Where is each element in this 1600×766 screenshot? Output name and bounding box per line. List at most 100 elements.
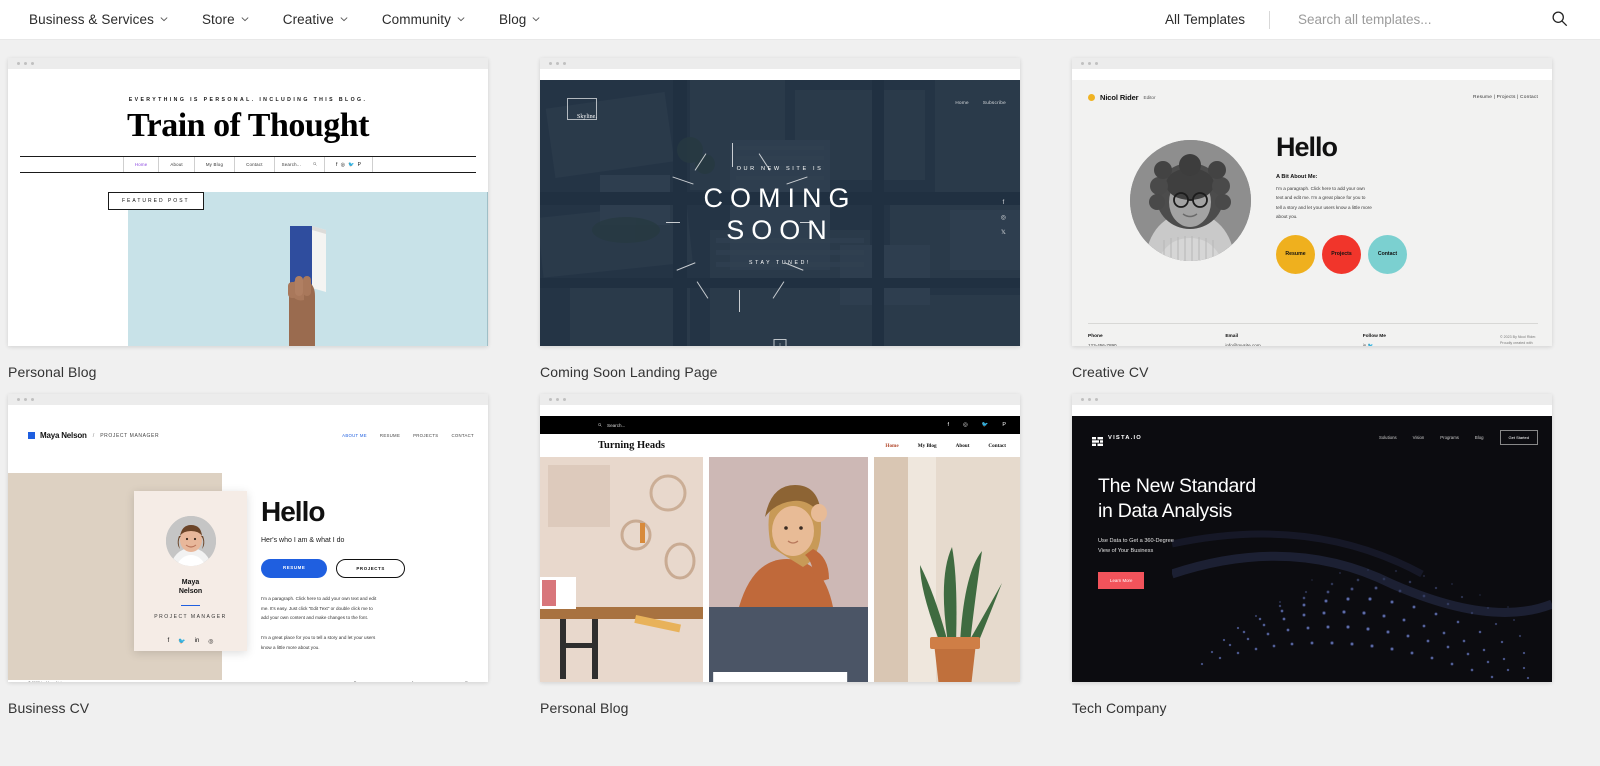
preview-logo-text: VISTA.IO <box>1108 434 1142 441</box>
template-card-tech-company[interactable]: VISTA.IO Solutions Vision Programs Blog … <box>1072 394 1552 716</box>
nav-item-community[interactable]: Community <box>365 12 482 27</box>
template-card-label: Coming Soon Landing Page <box>540 364 718 380</box>
twitter-icon[interactable]: 🐦 <box>348 162 354 168</box>
preview-nav-contact[interactable]: CONTACT <box>451 433 474 438</box>
preview-nav-resume[interactable]: RESUME <box>380 433 400 438</box>
template-thumbnail[interactable]: Nicol Rider Editor Resume | Projects | C… <box>1072 58 1552 346</box>
preview-header: Nicol Rider Editor Resume | Projects | C… <box>1072 80 1552 102</box>
nav-item-label: Blog <box>498 12 527 27</box>
linkedin-icon[interactable]: in <box>1363 343 1367 346</box>
preview-hero-text: Hello A Bit About Me: I'm a paragraph. C… <box>1276 128 1407 274</box>
twitter-icon[interactable]: 🐦 <box>178 638 185 645</box>
preview-nav-home[interactable]: Home <box>122 157 159 172</box>
preview-nav-about[interactable]: About <box>158 157 193 172</box>
preview-nav-links: Home Subscribe <box>955 100 1006 105</box>
twitter-icon[interactable]: 🐦 <box>1368 343 1374 346</box>
preview-paragraph-2: I'm a great place for you to tell a stor… <box>261 634 376 650</box>
template-card-coming-soon-landing-page[interactable]: Skyline. Home Subscribe OUR NEW SITE IS … <box>540 58 1020 380</box>
preview-search-field[interactable]: Search... <box>598 423 625 428</box>
template-card-business-cv[interactable]: Maya Nelson / PROJECT MANAGER ABOUT ME R… <box>8 394 488 716</box>
all-templates-link[interactable]: All Templates <box>1141 12 1269 27</box>
facebook-icon[interactable]: f <box>336 162 338 168</box>
template-card-personal-blog[interactable]: EVERYTHING IS PERSONAL. INCLUDING THIS B… <box>8 58 488 380</box>
preview-nav-contact[interactable]: Contact <box>988 443 1006 449</box>
preview-nav-solutions[interactable]: Solutions <box>1379 435 1397 440</box>
browser-chrome-bar <box>1072 58 1552 69</box>
scroll-down-button[interactable]: ↓ <box>773 339 787 346</box>
footer-label: Follow <box>459 681 475 682</box>
nav-item-store[interactable]: Store <box>185 12 266 27</box>
preview-site-train-of-thought: EVERYTHING IS PERSONAL. INCLUDING THIS B… <box>8 80 488 346</box>
circle-button-projects[interactable]: Projects <box>1322 234 1361 274</box>
brand-separator: / <box>92 432 95 439</box>
twitter-icon[interactable]: 🐦 <box>982 422 989 428</box>
footer-column-email: Email info@mysite.com <box>1225 334 1362 346</box>
preview-nav-my-blog[interactable]: My Blog <box>193 157 234 172</box>
preview-nav-vision[interactable]: Vision <box>1413 435 1425 440</box>
preview-site-business-cv: Maya Nelson / PROJECT MANAGER ABOUT ME R… <box>8 416 488 682</box>
circle-button-resume[interactable]: Resume <box>1276 234 1315 274</box>
preview-nav-about[interactable]: About <box>956 443 970 449</box>
template-thumbnail[interactable]: Maya Nelson / PROJECT MANAGER ABOUT ME R… <box>8 394 488 682</box>
pinterest-icon[interactable]: P <box>1002 422 1006 428</box>
preview-hero-text: Hello Her's who I am & what I do RESUME … <box>261 496 476 652</box>
chrome-dot <box>556 62 559 65</box>
nav-item-blog[interactable]: Blog <box>482 12 557 27</box>
chevron-down-icon <box>241 15 249 23</box>
preview-nav-contact[interactable]: Contact <box>234 157 274 172</box>
footer-column-phone: Phone 123-456-7890 <box>1088 334 1225 346</box>
preview-get-started-button[interactable]: Get Started <box>1499 430 1538 445</box>
preview-nav-home[interactable]: Home <box>885 443 898 449</box>
template-thumbnail[interactable]: EVERYTHING IS PERSONAL. INCLUDING THIS B… <box>8 58 488 346</box>
facebook-icon[interactable]: f <box>167 638 169 645</box>
template-thumbnail[interactable]: VISTA.IO Solutions Vision Programs Blog … <box>1072 394 1552 682</box>
facebook-icon[interactable]: f <box>947 422 949 428</box>
search-input[interactable] <box>1298 12 1551 27</box>
preview-nav-programs[interactable]: Programs <box>1440 435 1459 440</box>
preview-image-columns: My Life. My Blog. <box>540 457 1020 682</box>
nav-item-business-services[interactable]: Business & Services <box>12 12 185 27</box>
preview-learn-more-button[interactable]: Learn More <box>1098 572 1145 590</box>
preview-nav-projects[interactable]: PROJECTS <box>413 433 438 438</box>
instagram-icon[interactable]: ◎ <box>208 638 213 645</box>
preview-header: Turning Heads Home My Blog About Contact <box>540 434 1020 457</box>
featured-post-image <box>128 192 488 346</box>
pinterest-icon[interactable]: P <box>358 162 362 168</box>
instagram-icon[interactable]: ◎ <box>341 162 346 168</box>
preview-nav-about-me[interactable]: ABOUT ME <box>342 433 367 438</box>
preview-nav-subscribe[interactable]: Subscribe <box>983 100 1006 105</box>
search-button[interactable] <box>1551 10 1582 30</box>
circle-button-contact[interactable]: Contact <box>1368 234 1407 274</box>
preview-subtitle: Her's who I am & what I do <box>261 537 345 544</box>
button-resume[interactable]: RESUME <box>261 559 328 578</box>
nav-item-creative[interactable]: Creative <box>266 12 365 27</box>
footer-column-write: Write info@mysite.com <box>396 681 427 682</box>
subtext-line-1: Use Data to Get a 360-Degree <box>1098 538 1174 545</box>
template-card-creative-cv[interactable]: Nicol Rider Editor Resume | Projects | C… <box>1072 58 1552 380</box>
template-thumbnail[interactable]: Search... f ◎ 🐦 P Turning Heads Home My … <box>540 394 1020 682</box>
preview-nav-links[interactable]: Resume | Projects | Contact <box>1473 95 1538 100</box>
chrome-dot <box>1088 62 1091 65</box>
preview-nav-bar: Home About My Blog Contact Search... f ◎… <box>20 156 476 173</box>
preview-header: Maya Nelson / PROJECT MANAGER ABOUT ME R… <box>8 416 488 440</box>
preview-headline: Hello <box>1276 132 1338 162</box>
preview-search-placeholder: Search... <box>607 422 626 428</box>
preview-site-turning-heads: Search... f ◎ 🐦 P Turning Heads Home My … <box>540 416 1020 682</box>
preview-profile-card: Maya Nelson PROJECT MANAGER f 🐦 in ◎ <box>134 491 247 651</box>
button-projects[interactable]: PROJECTS <box>336 559 405 578</box>
preview-nav-home[interactable]: Home <box>955 100 968 105</box>
preview-search-field[interactable]: Search... <box>273 157 324 172</box>
preview-nav-blog[interactable]: Blog <box>1475 435 1484 440</box>
template-thumbnail[interactable]: Skyline. Home Subscribe OUR NEW SITE IS … <box>540 58 1020 346</box>
preview-circle-buttons: Resume Projects Contact <box>1276 234 1407 274</box>
preview-top-bar: Search... f ◎ 🐦 P <box>540 416 1020 434</box>
chrome-dot <box>1095 62 1098 65</box>
linkedin-icon[interactable]: in <box>195 638 200 645</box>
avatar <box>165 516 216 566</box>
preview-brand-name: Maya Nelson <box>40 431 87 440</box>
instagram-icon[interactable]: ◎ <box>963 422 968 428</box>
headline-line-2: in Data Analysis <box>1098 499 1232 522</box>
template-card-personal-blog-2[interactable]: Search... f ◎ 🐦 P Turning Heads Home My … <box>540 394 1020 716</box>
preview-nav-my-blog[interactable]: My Blog <box>918 443 937 449</box>
